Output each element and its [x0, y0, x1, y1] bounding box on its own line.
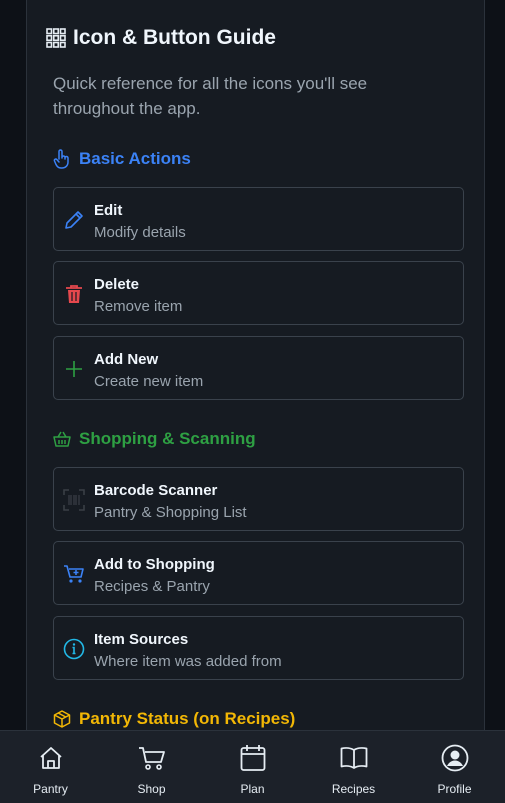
list-item-add-new: Add New Create new item	[53, 336, 464, 400]
nav-label: Recipes	[331, 782, 376, 796]
section-title: Basic Actions	[79, 149, 191, 168]
nav-label: Profile	[437, 782, 472, 796]
nav-label: Shop	[137, 782, 166, 796]
info-icon	[62, 637, 86, 661]
user-circle-icon	[441, 744, 469, 772]
item-title: Barcode Scanner	[94, 482, 218, 499]
nav-item-pantry[interactable]: Pantry	[0, 731, 101, 803]
item-desc: Pantry & Shopping List	[94, 504, 247, 521]
pencil-icon	[62, 208, 86, 232]
list-item-edit: Edit Modify details	[53, 187, 464, 251]
book-icon	[340, 744, 368, 772]
item-desc: Modify details	[94, 224, 186, 241]
calendar-icon	[240, 744, 266, 772]
item-title: Add to Shopping	[94, 556, 215, 573]
page-title: Icon & Button Guide	[46, 26, 276, 50]
trash-icon	[62, 282, 86, 306]
cart-plus-icon	[62, 562, 86, 586]
item-title: Add New	[94, 351, 159, 368]
guide-panel: Icon & Button Guide Quick reference for …	[26, 0, 485, 730]
home-icon	[38, 744, 64, 772]
section-pantry-status: Pantry Status (on Recipes)	[53, 709, 295, 729]
item-title: Item Sources	[94, 631, 189, 648]
nav-label: Pantry	[33, 782, 68, 796]
nav-item-profile[interactable]: Profile	[404, 731, 505, 803]
section-title: Shopping & Scanning	[79, 429, 256, 448]
list-item-barcode-scanner: Barcode Scanner Pantry & Shopping List	[53, 467, 464, 531]
section-basic-actions: Basic Actions	[53, 149, 191, 169]
basket-icon	[53, 431, 71, 447]
plus-icon	[62, 357, 86, 381]
section-title: Pantry Status (on Recipes)	[79, 709, 296, 728]
bottom-nav: Pantry Shop Plan Recipes Profile	[0, 730, 505, 803]
list-item-delete: Delete Remove item	[53, 261, 464, 325]
item-desc: Create new item	[94, 373, 204, 390]
nav-item-recipes[interactable]: Recipes	[303, 731, 404, 803]
nav-item-shop[interactable]: Shop	[101, 731, 202, 803]
item-desc: Recipes & Pantry	[94, 578, 210, 595]
item-desc: Where item was added from	[94, 653, 282, 670]
list-item-add-to-shopping: Add to Shopping Recipes & Pantry	[53, 541, 464, 605]
cart-icon	[138, 744, 166, 772]
item-title: Delete	[94, 276, 140, 293]
nav-label: Plan	[240, 782, 265, 796]
nav-item-plan[interactable]: Plan	[202, 731, 303, 803]
section-shopping-scanning: Shopping & Scanning	[53, 429, 256, 449]
page-title-text: Icon & Button Guide	[73, 26, 276, 49]
item-desc: Remove item	[94, 298, 183, 315]
page-subtitle: Quick reference for all the icons you'll…	[53, 74, 368, 118]
box-icon	[53, 710, 71, 728]
list-item-item-sources: Item Sources Where item was added from	[53, 616, 464, 680]
barcode-icon	[62, 488, 86, 512]
item-title: Edit	[94, 202, 123, 219]
hand-pointer-icon	[53, 149, 69, 169]
grid-icon	[46, 28, 66, 48]
